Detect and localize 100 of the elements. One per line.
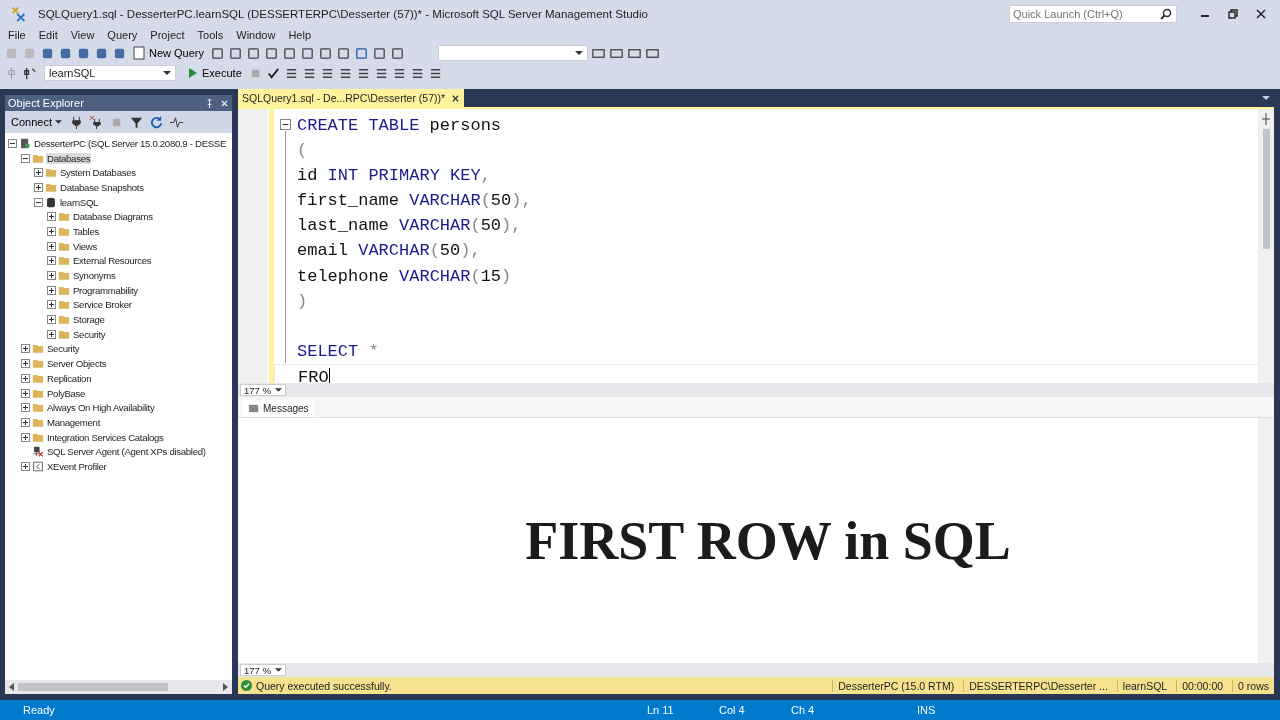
code-editor[interactable]: CREATE TABLE persons ( id INT PRIMARY KEY, first_name VARCHAR(50), last_name VARCHAR(50), email VARCHAR(50), telephone VARCHAR(15) ) SELECT * FRO: [238, 107, 1274, 383]
folder-icon: [32, 343, 44, 355]
tree-item[interactable]: Security: [46, 343, 81, 355]
tree-item[interactable]: Management: [46, 416, 101, 428]
expander-icon[interactable]: [21, 359, 30, 369]
expander-icon[interactable]: [47, 256, 56, 266]
connect-button[interactable]: Connect: [9, 116, 64, 128]
menu-item[interactable]: Edit: [33, 29, 66, 41]
tree-item[interactable]: Database Diagrams: [72, 211, 154, 223]
collapse-icon[interactable]: [280, 119, 291, 130]
scrollbar-thumb[interactable]: [18, 683, 168, 691]
expander-icon[interactable]: [34, 197, 43, 207]
expander-icon[interactable]: [47, 315, 56, 325]
disconnect-icon[interactable]: [89, 114, 104, 130]
change-connection-icon[interactable]: [22, 65, 37, 81]
scrollbar[interactable]: [1258, 418, 1274, 663]
pin-icon[interactable]: [205, 98, 214, 108]
status-rows: 0 rows: [1232, 679, 1274, 692]
menu-item[interactable]: Project: [145, 29, 193, 41]
document-tab[interactable]: SQLQuery1.sql - De...RPC\Desserter (57))*: [238, 89, 465, 107]
scrollbar-thumb[interactable]: [1262, 129, 1270, 249]
split-icon[interactable]: [1261, 113, 1271, 125]
menu-item[interactable]: Window: [231, 29, 284, 41]
folder-icon: [32, 152, 44, 164]
checkmark-icon[interactable]: [265, 65, 281, 81]
scroll-right-icon[interactable]: [222, 683, 228, 691]
tree-item[interactable]: External Resources: [72, 255, 153, 267]
expander-icon[interactable]: [47, 212, 56, 222]
menu-item[interactable]: Tools: [192, 29, 232, 41]
expander-icon[interactable]: [21, 344, 30, 354]
tree-item[interactable]: PolyBase: [46, 387, 87, 399]
expander-icon[interactable]: [21, 388, 30, 398]
tree-item[interactable]: Integration Services Catalogs: [46, 431, 165, 443]
expander-icon[interactable]: [21, 417, 30, 427]
folder-icon: [32, 402, 44, 414]
expander-icon[interactable]: [47, 271, 56, 281]
expander-icon[interactable]: [47, 226, 56, 236]
tree-item[interactable]: Always On High Availability: [46, 402, 156, 414]
expander-icon[interactable]: [47, 300, 56, 310]
tree-item[interactable]: XEvent Profiler: [46, 460, 108, 472]
expander-icon[interactable]: [34, 168, 43, 178]
menu-item[interactable]: File: [3, 29, 34, 41]
refresh-icon[interactable]: [149, 114, 164, 130]
tree-item[interactable]: Views: [72, 240, 98, 252]
menu-item[interactable]: Help: [283, 29, 319, 41]
tree-item[interactable]: Server Objects: [46, 358, 108, 370]
tree-item[interactable]: Security: [72, 328, 107, 340]
status-user: DESSERTERPC\Desserter ...: [963, 679, 1113, 692]
tree-item[interactable]: learnSQL: [59, 196, 100, 208]
tab-list-icon[interactable]: [1262, 96, 1270, 100]
insert-mode: INS: [917, 704, 937, 716]
expander-icon[interactable]: [21, 432, 30, 442]
zoom-dropdown[interactable]: 177 %: [240, 384, 286, 396]
tree-item[interactable]: Storage: [72, 314, 106, 326]
plug-icon[interactable]: [69, 114, 84, 130]
new-query-button[interactable]: New Query: [130, 44, 208, 62]
expander-icon[interactable]: [47, 285, 56, 295]
expander-icon[interactable]: [8, 138, 17, 148]
tree-item[interactable]: Tables: [72, 225, 100, 237]
tree-item[interactable]: Replication: [46, 372, 93, 384]
menu-item[interactable]: Query: [102, 29, 146, 41]
character-number: Ch 4: [791, 704, 816, 716]
expander-icon[interactable]: [21, 373, 30, 383]
expander-icon[interactable]: [21, 461, 30, 471]
expander-icon[interactable]: [34, 182, 43, 192]
execute-button[interactable]: Execute: [185, 64, 245, 82]
document-icon: [133, 46, 145, 60]
expander-icon[interactable]: [21, 153, 30, 163]
folder-icon: [58, 284, 70, 296]
tree-item[interactable]: Database Snapshots: [59, 181, 145, 193]
zoom-dropdown[interactable]: 177 %: [240, 664, 286, 676]
tree-item[interactable]: DesserterPC (SQL Server 15.0.2080.9 - DESSE: [33, 137, 228, 149]
messages-tab[interactable]: Messages: [242, 400, 315, 417]
restore-icon[interactable]: [1228, 8, 1238, 19]
caret-icon: [163, 71, 171, 75]
expander-icon[interactable]: [21, 403, 30, 413]
folder-icon: [45, 167, 57, 179]
database-icon: [45, 196, 57, 208]
code-line: (: [297, 141, 308, 161]
tree-item[interactable]: SQL Server Agent (Agent XPs disabled): [46, 446, 207, 458]
status-database: learnSQL: [1116, 679, 1173, 692]
folder-icon: [32, 372, 44, 384]
scroll-left-icon[interactable]: [9, 683, 15, 691]
tree-item[interactable]: System Databases: [59, 167, 137, 179]
expander-icon[interactable]: [47, 241, 56, 251]
quick-launch-field[interactable]: Quick Launch (Ctrl+Q): [1009, 4, 1177, 23]
tree-item[interactable]: Programmability: [72, 284, 139, 296]
database-dropdown[interactable]: learnSQL: [44, 65, 176, 81]
activity-icon[interactable]: [169, 114, 184, 130]
tree-item[interactable]: Synonyms: [72, 270, 117, 282]
menu-item[interactable]: View: [65, 29, 103, 41]
expander-icon[interactable]: [47, 329, 56, 339]
folder-icon: [32, 387, 44, 399]
status-time: 00:00:00: [1176, 679, 1229, 692]
close-icon[interactable]: [1256, 8, 1266, 19]
tree-item[interactable]: Service Broker: [72, 299, 133, 311]
folder-icon: [58, 328, 70, 340]
tree-item[interactable]: Databases: [46, 152, 92, 164]
folder-icon: [45, 181, 57, 193]
close-icon[interactable]: [451, 93, 461, 103]
